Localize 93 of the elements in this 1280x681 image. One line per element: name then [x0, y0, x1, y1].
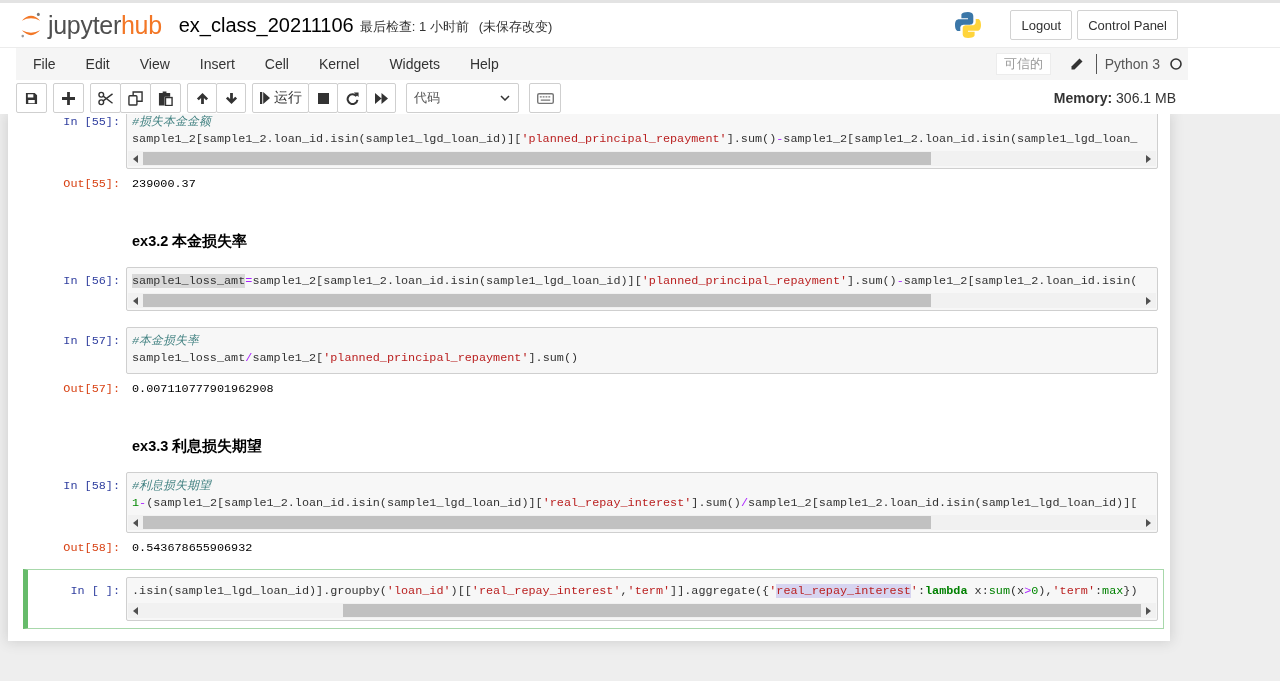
output-text: 239000.37 [131, 176, 196, 193]
input-prompt: In [ ]: [69, 583, 121, 600]
notebook-cell[interactable]: In [57]: #本金损失率 sample1_loss_amt/sample1_2['planned_principal_repayment'].sum() Out[57]: 0.007110777901962908 [23, 319, 1164, 410]
code-editor[interactable]: #损失本金金额 sample1_2[sample1_2.loan_id.isin(sample1_lgd_loan_id)]['planned_principal_repayment'].sum()-sample1_2[sample1_2.loan_id.isin(sample1_lgd_loan_ [126, 114, 1158, 169]
move-up-button[interactable] [187, 83, 217, 113]
move-down-button[interactable] [216, 83, 246, 113]
stop-icon [317, 92, 329, 104]
scrollbar-thumb[interactable] [143, 516, 932, 529]
logo-wordmark[interactable]: jupyterhub [48, 10, 162, 40]
checkpoint-status: 最后检查: 1 小时前 [359, 18, 469, 36]
notebook-cell[interactable]: In [55]: #损失本金金额 sample1_2[sample1_2.loan_id.isin(sample1_lgd_loan_id)]['planned_principal_repayment'].sum()-sample1_2[sample1_2.loan_id.isin(sample1_lgd_loan_ Out[55]: 239000.37 [23, 114, 1164, 205]
header-button[interactable]: Logout [1010, 10, 1073, 40]
interrupt-button[interactable] [308, 83, 338, 113]
menu-item[interactable]: Help [454, 54, 514, 74]
input-prompt: In [58]: [62, 478, 121, 495]
output-prompt: Out[57]: [62, 381, 121, 398]
scroll-right-icon [1146, 296, 1151, 305]
menu-item[interactable]: Edit [70, 54, 125, 74]
fast-forward-icon [374, 92, 388, 104]
menu-item[interactable]: File [18, 54, 71, 74]
output-prompt: Out[55]: [62, 176, 121, 193]
horizontal-scrollbar[interactable] [128, 603, 1156, 618]
notebook-cell[interactable]: In [58]: #利息损失期望 1-(sample1_2[sample1_2.loan_id.isin(sample1_lgd_loan_id)]['real_repay_interest'].sum()/sample1_2[sample1_2.loan_id.isin(sample1_lgd_loan_id)][ Out[58]: 0.543678655906932 [23, 464, 1164, 569]
notebook-title[interactable]: ex_class_20211106 [178, 12, 354, 38]
horizontal-scrollbar[interactable] [128, 151, 1156, 166]
scrollbar-thumb[interactable] [143, 294, 932, 307]
output-text: 0.543678655906932 [131, 540, 253, 557]
code-line: sample1_loss_amt/sample1_2['planned_principal_repayment'].sum() [132, 350, 579, 367]
code-line: sample1_loss_amt=sample1_2[sample1_2.loan_id.isin(sample1_lgd_loan_id)]['planned_principal_repayment'].sum()-sample1_2[sample1_2.loan_id.isin( [132, 273, 1138, 290]
scroll-left-icon [133, 606, 138, 615]
scissors-icon [98, 90, 113, 106]
notebook-cell[interactable]: In [ ]: .isin(sample1_lgd_loan_id)].groupby('loan_id')[['real_repay_interest','term']].aggregate({'real_repay_interest':lambda x:sum(x>0),'term':max}) [23, 569, 1164, 629]
code-editor[interactable]: sample1_loss_amt=sample1_2[sample1_2.loan_id.isin(sample1_lgd_loan_id)]['planned_principal_repayment'].sum()-sample1_2[sample1_2.loan_id.isin( [126, 267, 1158, 311]
horizontal-scrollbar[interactable] [128, 515, 1156, 530]
step-forward-icon [259, 92, 270, 104]
code-line: #损失本金金额 [132, 114, 212, 131]
code-line: sample1_2[sample1_2.loan_id.isin(sample1_lgd_loan_id)]['planned_principal_repayment'].sum()-sample1_2[sample1_2.loan_id.isin(sample1_lgd_loan_ [132, 131, 1138, 148]
chevron-down-icon [500, 95, 510, 101]
command-palette-button[interactable] [529, 83, 561, 113]
code-line: #利息损失期望 [132, 478, 212, 495]
cut-button[interactable] [90, 83, 121, 113]
menu-item[interactable]: View [124, 54, 185, 74]
menu-item[interactable]: Kernel [303, 54, 375, 74]
output-text: 0.007110777901962908 [131, 381, 274, 398]
scroll-right-icon [1146, 606, 1151, 615]
restart-button[interactable] [337, 83, 367, 113]
code-editor[interactable]: #本金损失率 sample1_loss_amt/sample1_2['planned_principal_repayment'].sum() [126, 327, 1158, 374]
scroll-left-icon [133, 154, 138, 163]
memory-usage: Memory: 306.1 MB [1053, 89, 1176, 107]
autosave-status: (未保存改变) [478, 18, 553, 36]
keyboard-icon [536, 92, 554, 104]
code-editor[interactable]: #利息损失期望 1-(sample1_2[sample1_2.loan_id.isin(sample1_lgd_loan_id)]['real_repay_interest'].sum()/sample1_2[sample1_2.loan_id.isin(sample1_lgd_loan_id)][ [126, 472, 1158, 533]
output-prompt: Out[58]: [62, 540, 121, 557]
notebook-cell[interactable]: In [56]: sample1_loss_amt=sample1_2[sample1_2.loan_id.isin(sample1_lgd_loan_id)]['planned_principal_repayment'].sum()-sample1_2[sample1_2.loan_id.isin( [23, 259, 1164, 319]
plus-icon [62, 91, 75, 105]
insert-cell-button[interactable] [53, 83, 84, 113]
code-line: #本金损失率 [132, 333, 200, 350]
horizontal-scrollbar[interactable] [128, 293, 1156, 308]
run-button[interactable]: 运行 [252, 83, 309, 113]
save-icon [25, 91, 38, 105]
code-editor[interactable]: .isin(sample1_lgd_loan_id)].groupby('loan_id')[['real_repay_interest','term']].aggregate({'real_repay_interest':lambda x:sum(x>0),'term':max}) [126, 577, 1158, 621]
scroll-left-icon [133, 296, 138, 305]
scroll-right-icon [1146, 154, 1151, 163]
notebook-cell[interactable]: ex3.2 本金损失率 [23, 205, 1164, 259]
cell-type-select[interactable]: 代码 [406, 83, 519, 113]
section-heading: ex3.3 利息损失期望 [132, 437, 263, 456]
code-line: 1-(sample1_2[sample1_2.loan_id.isin(sample1_lgd_loan_id)]['real_repay_interest'].sum()/sample1_2[sample1_2.loan_id.isin(sample1_lgd_loan_id)][ [132, 495, 1138, 512]
refresh-icon [345, 91, 359, 105]
snake-logo-icon [954, 11, 983, 39]
section-heading: ex3.2 本金损失率 [132, 232, 248, 251]
menu-item[interactable]: Widgets [374, 54, 455, 74]
scroll-left-icon [133, 518, 138, 527]
copy-button[interactable] [120, 83, 151, 113]
kernel-name: Python 3 [1095, 54, 1160, 74]
restart-run-all-button[interactable] [366, 83, 396, 113]
header-button[interactable]: Control Panel [1077, 10, 1178, 40]
code-line: .isin(sample1_lgd_loan_id)].groupby('loan_id')[['real_repay_interest','term']].aggregate({'real_repay_interest':lambda x:sum(x>0),'term':max}) [132, 583, 1138, 600]
scrollbar-thumb[interactable] [143, 152, 932, 165]
input-prompt: In [55]: [62, 114, 121, 131]
clipboard-icon [158, 90, 173, 106]
notebook-cell[interactable]: ex3.3 利息损失期望 [23, 410, 1164, 464]
menu-item[interactable]: Cell [249, 54, 304, 74]
scroll-right-icon [1146, 518, 1151, 527]
input-prompt: In [56]: [62, 273, 121, 290]
save-button[interactable] [16, 83, 47, 113]
input-prompt: In [57]: [62, 333, 121, 350]
scrollbar-thumb[interactable] [342, 604, 1141, 617]
arrow-up-icon [195, 91, 209, 105]
copy-icon [128, 90, 143, 106]
paste-button[interactable] [150, 83, 181, 113]
orbit-logo-icon [20, 11, 42, 39]
arrow-down-icon [224, 91, 238, 105]
menu-item[interactable]: Insert [184, 54, 250, 74]
